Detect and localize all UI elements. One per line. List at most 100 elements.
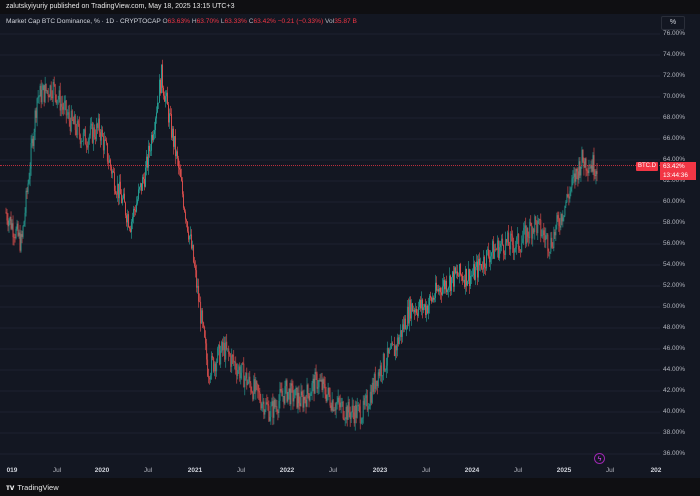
candle-body bbox=[95, 123, 97, 140]
candle-body bbox=[508, 232, 510, 246]
candle-body bbox=[474, 264, 475, 280]
candle-body bbox=[11, 223, 13, 229]
candle-body bbox=[205, 336, 207, 344]
candle-body bbox=[567, 194, 569, 197]
candle-body bbox=[92, 127, 94, 143]
candle-body bbox=[31, 138, 33, 144]
flash-icon[interactable]: ϟ bbox=[594, 453, 605, 464]
candle-body bbox=[554, 231, 556, 236]
candle-body bbox=[114, 190, 116, 194]
candle-body bbox=[430, 295, 431, 298]
candle-body bbox=[156, 112, 157, 119]
legend-high-value: 63.70% bbox=[196, 18, 219, 25]
candle-body bbox=[223, 342, 225, 351]
candle-body bbox=[409, 299, 411, 319]
candle-body bbox=[21, 234, 23, 237]
candle-body bbox=[509, 245, 511, 250]
candle-body bbox=[589, 167, 591, 169]
candle-body bbox=[388, 349, 390, 354]
candle-body bbox=[93, 127, 95, 138]
candle-body bbox=[519, 249, 521, 252]
candle-body bbox=[87, 139, 89, 148]
candle-body bbox=[55, 94, 57, 104]
candle-body bbox=[207, 359, 209, 376]
candle-body bbox=[78, 123, 80, 135]
candle-body bbox=[122, 193, 124, 199]
candle-body bbox=[412, 309, 414, 312]
time-axis[interactable]: 019 Jul 2020 Jul 2021 Jul 2022 Jul 2023 Jul 2024 Ju… bbox=[0, 464, 700, 478]
candle-body bbox=[91, 123, 93, 143]
candle-body bbox=[47, 90, 49, 96]
candle-body bbox=[323, 379, 325, 384]
candle-body bbox=[61, 103, 63, 107]
candle-body bbox=[160, 79, 161, 94]
candle-body bbox=[245, 372, 247, 379]
candle-body bbox=[563, 215, 565, 218]
candle-body bbox=[295, 387, 297, 390]
publisher-bar: zalutskyiyuriy published on TradingView.… bbox=[0, 0, 700, 14]
candle-body bbox=[575, 168, 577, 182]
candle-body bbox=[77, 120, 79, 124]
candle-body bbox=[488, 249, 490, 257]
candle-body bbox=[167, 92, 168, 105]
candle-body bbox=[452, 271, 453, 278]
candle-body bbox=[229, 353, 231, 356]
candle-body bbox=[179, 167, 180, 170]
candle-body bbox=[410, 303, 412, 319]
candle-body bbox=[362, 400, 364, 419]
candle-body bbox=[39, 85, 41, 97]
candle-body bbox=[84, 129, 86, 145]
candle-body bbox=[13, 237, 15, 238]
candle-body bbox=[259, 392, 261, 402]
candle-body bbox=[371, 382, 373, 403]
candle-body bbox=[43, 85, 45, 102]
candle-body bbox=[236, 370, 238, 376]
current-price-value: 63.42% bbox=[663, 163, 685, 170]
candle-body bbox=[298, 392, 300, 404]
candle-body bbox=[230, 355, 232, 367]
candle-body bbox=[46, 90, 48, 92]
x-tick-label: Jul bbox=[236, 467, 246, 474]
candle-body bbox=[458, 275, 459, 277]
candle-body bbox=[497, 240, 499, 250]
candle-body bbox=[450, 275, 451, 291]
candle-body bbox=[113, 172, 115, 191]
candle-body bbox=[578, 161, 580, 180]
candle-body bbox=[198, 285, 200, 302]
candle-body bbox=[331, 400, 333, 411]
candle-body bbox=[535, 216, 537, 221]
candle-body bbox=[588, 167, 590, 174]
candle-body bbox=[440, 288, 441, 293]
candle-body bbox=[326, 394, 328, 402]
price-axis[interactable]: 76.00% 74.00% 72.00% 70.00% 68.00% 66.00% 64.0… bbox=[660, 14, 700, 464]
candle-body bbox=[188, 231, 190, 240]
candle-body bbox=[12, 223, 14, 238]
candle-body bbox=[124, 193, 125, 203]
candle-body bbox=[462, 275, 463, 281]
candle-body bbox=[164, 95, 165, 102]
candle-body bbox=[379, 365, 381, 376]
candle-body bbox=[478, 258, 479, 278]
candle-body bbox=[559, 225, 561, 228]
candle-body bbox=[100, 129, 102, 141]
candle-body bbox=[520, 251, 522, 252]
candle-body bbox=[572, 176, 574, 179]
candle-body bbox=[168, 104, 169, 123]
candle-body bbox=[471, 275, 472, 277]
candle-body bbox=[417, 306, 419, 316]
candle-body bbox=[212, 355, 214, 358]
candle-body bbox=[282, 395, 284, 397]
candle-body bbox=[457, 271, 458, 276]
candle-body bbox=[423, 307, 424, 311]
candle-body bbox=[247, 381, 249, 386]
price-chart[interactable] bbox=[0, 14, 660, 464]
candle-body bbox=[586, 170, 588, 171]
candle-body bbox=[577, 171, 579, 180]
candle-body bbox=[213, 357, 215, 372]
tradingview-logo[interactable]: ᴛᴠ TradingView bbox=[6, 483, 59, 492]
candle-body bbox=[395, 345, 397, 351]
candle-body bbox=[270, 405, 272, 417]
candle-body bbox=[262, 401, 264, 404]
x-tick-label: 2024 bbox=[464, 467, 480, 474]
candle-body bbox=[72, 119, 74, 125]
